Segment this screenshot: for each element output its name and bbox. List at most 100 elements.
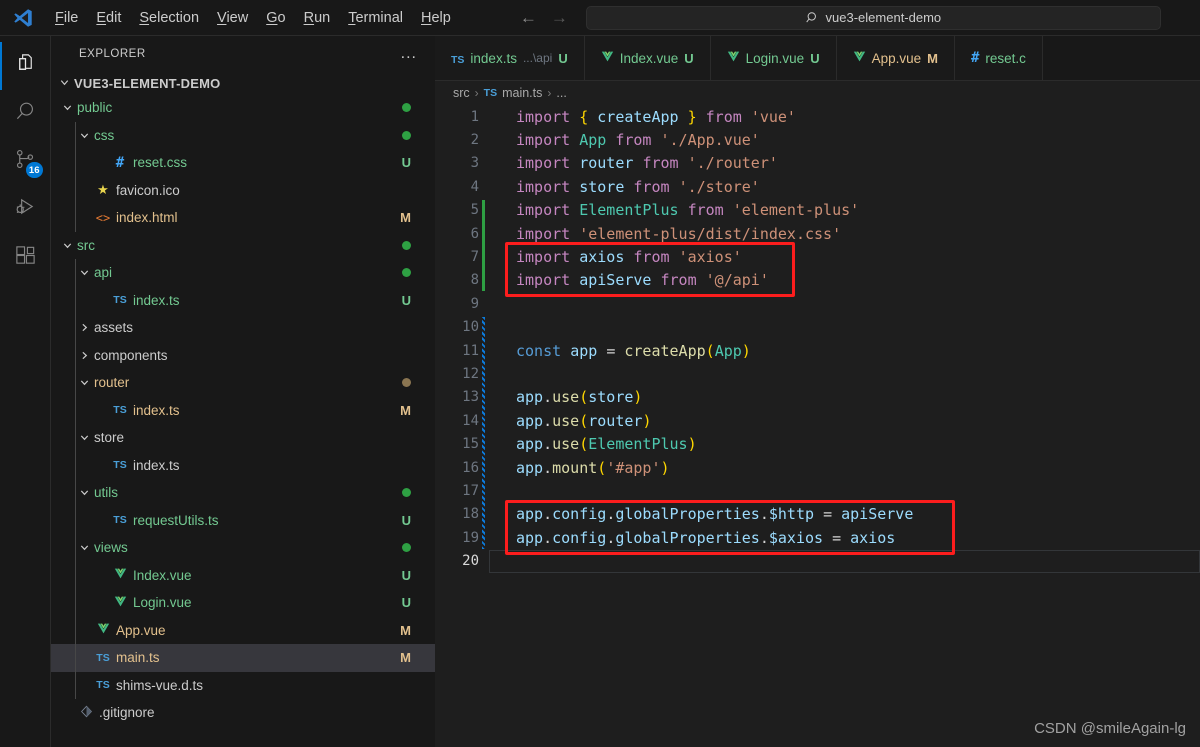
tree-folder-api[interactable]: api (51, 259, 435, 287)
menu-item-file[interactable]: File (46, 6, 87, 30)
editor-tab-app-vue[interactable]: App.vueM (837, 36, 955, 80)
tree-folder-css[interactable]: css (51, 122, 435, 150)
chevron-down-icon (59, 240, 75, 251)
code-line[interactable]: 12 (435, 362, 1200, 385)
tree-file-index.ts[interactable]: TSindex.tsM (51, 397, 435, 425)
code-line[interactable]: 14app.use(router) (435, 409, 1200, 432)
tree-folder-utils[interactable]: utils (51, 479, 435, 507)
tree-file-index.ts[interactable]: TSindex.tsU (51, 287, 435, 315)
arrow-right-icon[interactable]: → (551, 9, 568, 26)
editor-tab-reset-c[interactable]: #reset.c (955, 36, 1043, 80)
tree-folder-store[interactable]: store (51, 424, 435, 452)
activity-item-search[interactable] (0, 90, 51, 138)
tree-item-label: src (77, 238, 95, 253)
menu-item-terminal[interactable]: Terminal (339, 6, 412, 30)
tree-folder-src[interactable]: src (51, 232, 435, 260)
tree-folder-components[interactable]: components (51, 342, 435, 370)
tree-file-Index.vue[interactable]: Index.vueU (51, 562, 435, 590)
code-line[interactable]: 17 (435, 479, 1200, 502)
code-line[interactable]: 7import axios from 'axios' (435, 245, 1200, 268)
file-icon-wrap: <> (92, 211, 114, 225)
breadcrumb-item-symbol[interactable]: ... (556, 86, 566, 100)
tree-file-index.ts[interactable]: TSindex.ts (51, 452, 435, 480)
tree-file-requestUtils.ts[interactable]: TSrequestUtils.tsU (51, 507, 435, 535)
tree-folder-public[interactable]: public (51, 94, 435, 122)
search-icon (806, 11, 820, 25)
file-tree[interactable]: publiccss#reset.cssU★favicon.ico<>index.… (51, 94, 435, 747)
code-line[interactable]: 3import router from './router' (435, 152, 1200, 175)
breadcrumb-item-src[interactable]: src (453, 86, 470, 100)
vscode-logo-icon (0, 0, 46, 36)
tree-file-favicon.ico[interactable]: ★favicon.ico (51, 177, 435, 205)
activity-item-run-debug[interactable] (0, 186, 51, 234)
code-line[interactable]: 19app.config.globalProperties.$axios = a… (435, 526, 1200, 549)
file-icon-wrap (92, 622, 114, 638)
tree-file-.gitignore[interactable]: .gitignore (51, 699, 435, 727)
code-editor[interactable]: 1import { createApp } from 'vue'2import … (435, 105, 1200, 747)
explorer-root-folder[interactable]: VUE3-ELEMENT-DEMO (51, 72, 435, 94)
code-line[interactable]: 16app.mount('#app') (435, 456, 1200, 479)
indent-guide (75, 369, 76, 397)
code-line[interactable]: 13app.use(store) (435, 386, 1200, 409)
more-actions-icon[interactable]: ... (401, 50, 417, 58)
tree-file-main.ts[interactable]: TSmain.tsM (51, 644, 435, 672)
code-line[interactable]: 4import store from './store' (435, 175, 1200, 198)
tree-file-App.vue[interactable]: App.vueM (51, 617, 435, 645)
chevron-right-icon (76, 322, 92, 333)
code-line[interactable]: 9 (435, 292, 1200, 315)
code-line[interactable]: 10 (435, 316, 1200, 339)
run-and-debug-icon (14, 196, 37, 224)
tree-file-index.html[interactable]: <>index.htmlM (51, 204, 435, 232)
breadcrumb-item-file[interactable]: main.ts (502, 86, 542, 100)
editor-tab-login-vue[interactable]: Login.vueU (711, 36, 837, 80)
menu-item-run[interactable]: Run (295, 6, 340, 30)
code-line[interactable]: 5import ElementPlus from 'element-plus' (435, 199, 1200, 222)
line-number: 14 (435, 413, 479, 429)
indent-guide (75, 479, 76, 507)
menu-item-go[interactable]: Go (257, 6, 294, 30)
menu-item-edit[interactable]: Edit (87, 6, 130, 30)
file-icon-wrap: TS (92, 679, 114, 691)
arrow-left-icon[interactable]: ← (520, 9, 537, 26)
tree-file-Login.vue[interactable]: Login.vueU (51, 589, 435, 617)
git-status-badge: M (400, 403, 411, 418)
tree-folder-views[interactable]: views (51, 534, 435, 562)
vue-icon (727, 51, 740, 66)
code-line[interactable]: 18app.config.globalProperties.$http = ap… (435, 503, 1200, 526)
editor-tab-index-ts[interactable]: TSindex.ts...\apiU (435, 36, 585, 80)
menu-item-selection[interactable]: Selection (130, 6, 208, 30)
code-line[interactable]: 6import 'element-plus/dist/index.css' (435, 222, 1200, 245)
tree-file-shims-vue.d.ts[interactable]: TSshims-vue.d.ts (51, 672, 435, 700)
breadcrumb[interactable]: src › TS main.ts › ... (435, 81, 1200, 105)
line-number: 1 (435, 109, 479, 125)
folder-change-dot (402, 100, 411, 115)
indent-guide (75, 287, 76, 315)
activity-item-explorer[interactable] (0, 42, 51, 90)
editor-tab-index-vue[interactable]: Index.vueU (585, 36, 711, 80)
file-icon-wrap: TS (92, 652, 114, 664)
quick-search-input[interactable]: vue3-element-demo (586, 6, 1161, 30)
code-line[interactable]: 2import App from './App.vue' (435, 128, 1200, 151)
editor-tab-bar[interactable]: TSindex.ts...\apiUIndex.vueULogin.vueUAp… (435, 36, 1200, 81)
ts-icon: TS (96, 679, 109, 691)
code-line[interactable]: 1import { createApp } from 'vue' (435, 105, 1200, 128)
ts-icon: TS (113, 404, 126, 416)
indent-guide (75, 342, 76, 370)
activity-item-source-control[interactable]: 16 (0, 138, 51, 186)
chevron-down-icon (59, 102, 75, 113)
activity-item-extensions[interactable] (0, 234, 51, 282)
tree-folder-assets[interactable]: assets (51, 314, 435, 342)
menu-item-view[interactable]: View (208, 6, 257, 30)
menu-item-help[interactable]: Help (412, 6, 460, 30)
code-line[interactable]: 11const app = createApp(App) (435, 339, 1200, 362)
line-number: 2 (435, 132, 479, 148)
code-line[interactable]: 8import apiServe from '@/api' (435, 269, 1200, 292)
indent-guide (75, 122, 76, 150)
title-bar: File Edit Selection View Go Run Terminal… (0, 0, 1200, 36)
tree-file-reset.css[interactable]: #reset.cssU (51, 149, 435, 177)
tree-folder-router[interactable]: router (51, 369, 435, 397)
vue-icon (114, 567, 127, 583)
code-line[interactable]: 15app.use(ElementPlus) (435, 432, 1200, 455)
menu-item-help-rest: elp (431, 10, 450, 26)
code-line[interactable]: 20 (435, 549, 1200, 572)
